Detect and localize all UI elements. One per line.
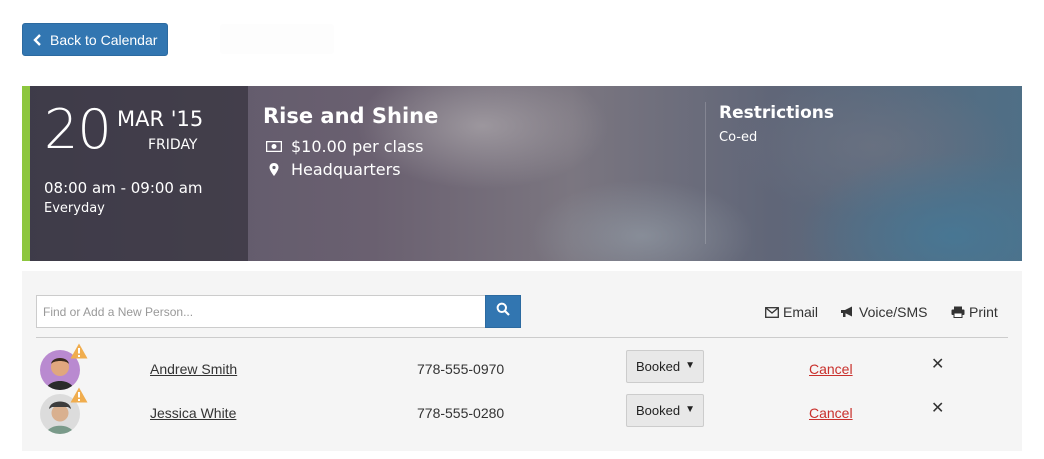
money-icon bbox=[265, 141, 283, 152]
banner-divider bbox=[705, 102, 706, 244]
placeholder-box bbox=[220, 24, 334, 54]
caret-down-icon: ▼ bbox=[685, 360, 695, 371]
printer-icon bbox=[951, 306, 965, 318]
booking-status-select[interactable]: Booked ▼ bbox=[626, 394, 704, 427]
booking-status-value: Booked bbox=[636, 403, 681, 418]
attendee-name[interactable]: Andrew Smith bbox=[150, 361, 237, 377]
warning-icon[interactable] bbox=[70, 343, 88, 359]
map-marker-icon bbox=[265, 163, 283, 176]
event-day: 20 bbox=[44, 98, 112, 161]
back-to-calendar-button[interactable]: Back to Calendar bbox=[22, 23, 168, 56]
close-icon[interactable]: ✕ bbox=[931, 401, 944, 417]
class-title: Rise and Shine bbox=[263, 104, 439, 128]
attendee-panel: Email Voice/SMS Print Andrew Smith 778-5… bbox=[22, 271, 1022, 451]
attendee-phone: 778-555-0970 bbox=[417, 361, 505, 377]
email-button[interactable]: Email bbox=[765, 304, 818, 320]
megaphone-icon bbox=[840, 306, 855, 318]
search-button[interactable] bbox=[485, 295, 521, 328]
close-icon[interactable]: ✕ bbox=[931, 357, 944, 373]
booking-status-select[interactable]: Booked ▼ bbox=[626, 350, 704, 383]
restrictions-title: Restrictions bbox=[719, 103, 835, 123]
print-label: Print bbox=[969, 304, 998, 320]
event-month: MAR '15 bbox=[117, 107, 204, 131]
event-frequency: Everyday bbox=[44, 201, 105, 216]
class-banner: 20 MAR '15 FRIDAY 08:00 am - 09:00 am Ev… bbox=[22, 86, 1022, 261]
class-location: Headquarters bbox=[291, 160, 401, 179]
print-button[interactable]: Print bbox=[951, 304, 998, 320]
voice-sms-label: Voice/SMS bbox=[859, 304, 928, 320]
price-row: $10.00 per class bbox=[265, 137, 423, 156]
attendee-row: Andrew Smith 778-555-0970 Booked ▼ Cance… bbox=[22, 343, 1022, 394]
restrictions-value: Co-ed bbox=[719, 130, 758, 145]
warning-icon[interactable] bbox=[70, 387, 88, 403]
caret-down-icon: ▼ bbox=[685, 404, 695, 415]
voice-sms-button[interactable]: Voice/SMS bbox=[840, 304, 927, 320]
find-person-input[interactable] bbox=[36, 295, 485, 328]
class-price: $10.00 per class bbox=[291, 137, 424, 156]
location-row: Headquarters bbox=[265, 160, 401, 179]
attendee-name[interactable]: Jessica White bbox=[150, 405, 236, 421]
attendee-phone: 778-555-0280 bbox=[417, 405, 505, 421]
event-weekday: FRIDAY bbox=[148, 137, 198, 153]
event-time: 08:00 am - 09:00 am bbox=[44, 179, 203, 197]
envelope-icon bbox=[765, 306, 779, 318]
search-icon bbox=[496, 302, 510, 321]
panel-divider bbox=[36, 337, 1008, 338]
email-label: Email bbox=[783, 304, 819, 320]
chevron-left-icon bbox=[33, 33, 45, 47]
cancel-booking-link[interactable]: Cancel bbox=[809, 361, 853, 377]
booking-status-value: Booked bbox=[636, 359, 681, 374]
accent-bar bbox=[22, 86, 30, 261]
attendee-row: Jessica White 778-555-0280 Booked ▼ Canc… bbox=[22, 387, 1022, 438]
back-button-label: Back to Calendar bbox=[50, 31, 158, 48]
cancel-booking-link[interactable]: Cancel bbox=[809, 405, 853, 421]
